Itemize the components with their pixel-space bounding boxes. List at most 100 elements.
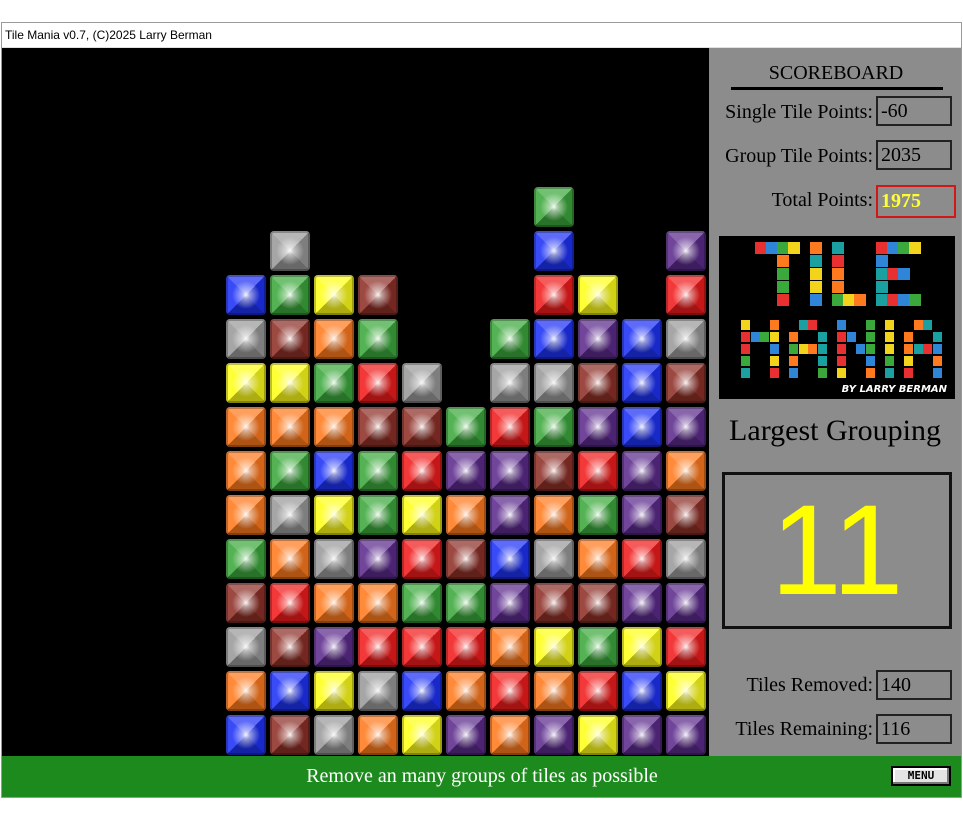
tile[interactable] bbox=[270, 539, 310, 579]
tile[interactable] bbox=[446, 407, 486, 447]
tile[interactable] bbox=[534, 583, 574, 623]
tile[interactable] bbox=[534, 539, 574, 579]
tile[interactable] bbox=[270, 671, 310, 711]
tile[interactable] bbox=[666, 495, 706, 535]
tile[interactable] bbox=[490, 451, 530, 491]
tile[interactable] bbox=[314, 583, 354, 623]
tile[interactable] bbox=[446, 583, 486, 623]
tile[interactable] bbox=[534, 187, 574, 227]
tile[interactable] bbox=[666, 583, 706, 623]
tile[interactable] bbox=[446, 539, 486, 579]
tile[interactable] bbox=[490, 583, 530, 623]
tile[interactable] bbox=[402, 407, 442, 447]
tile[interactable] bbox=[490, 539, 530, 579]
tile[interactable] bbox=[666, 671, 706, 711]
tile[interactable] bbox=[666, 363, 706, 403]
tile[interactable] bbox=[226, 407, 266, 447]
tile[interactable] bbox=[270, 495, 310, 535]
tile[interactable] bbox=[534, 407, 574, 447]
tile[interactable] bbox=[270, 451, 310, 491]
tile[interactable] bbox=[270, 627, 310, 667]
tile[interactable] bbox=[270, 231, 310, 271]
tile[interactable] bbox=[446, 627, 486, 667]
tile[interactable] bbox=[534, 627, 574, 667]
tile[interactable] bbox=[314, 363, 354, 403]
tile[interactable] bbox=[314, 495, 354, 535]
tile[interactable] bbox=[578, 407, 618, 447]
tile[interactable] bbox=[314, 627, 354, 667]
tile[interactable] bbox=[578, 671, 618, 711]
tile[interactable] bbox=[358, 363, 398, 403]
tile[interactable] bbox=[666, 275, 706, 315]
tile[interactable] bbox=[358, 275, 398, 315]
tile[interactable] bbox=[270, 319, 310, 359]
tile[interactable] bbox=[402, 627, 442, 667]
tile[interactable] bbox=[314, 319, 354, 359]
tile[interactable] bbox=[226, 319, 266, 359]
tile[interactable] bbox=[358, 319, 398, 359]
tile[interactable] bbox=[622, 319, 662, 359]
tile[interactable] bbox=[226, 495, 266, 535]
tile[interactable] bbox=[666, 231, 706, 271]
tile[interactable] bbox=[666, 539, 706, 579]
tile[interactable] bbox=[314, 407, 354, 447]
tile[interactable] bbox=[270, 363, 310, 403]
tile[interactable] bbox=[578, 319, 618, 359]
tile[interactable] bbox=[226, 275, 266, 315]
tile[interactable] bbox=[490, 495, 530, 535]
tile[interactable] bbox=[226, 715, 266, 755]
tile[interactable] bbox=[402, 715, 442, 755]
tile[interactable] bbox=[358, 715, 398, 755]
tile[interactable] bbox=[622, 451, 662, 491]
tile[interactable] bbox=[578, 627, 618, 667]
tile[interactable] bbox=[226, 451, 266, 491]
tile[interactable] bbox=[358, 451, 398, 491]
tile[interactable] bbox=[446, 451, 486, 491]
tile[interactable] bbox=[666, 715, 706, 755]
tile[interactable] bbox=[270, 583, 310, 623]
tile[interactable] bbox=[402, 495, 442, 535]
tile[interactable] bbox=[534, 495, 574, 535]
tile[interactable] bbox=[226, 539, 266, 579]
tile[interactable] bbox=[446, 671, 486, 711]
tile[interactable] bbox=[534, 671, 574, 711]
tile[interactable] bbox=[578, 539, 618, 579]
tile[interactable] bbox=[578, 275, 618, 315]
tile[interactable] bbox=[534, 451, 574, 491]
tile[interactable] bbox=[622, 495, 662, 535]
tile[interactable] bbox=[358, 583, 398, 623]
tile[interactable] bbox=[358, 495, 398, 535]
tile[interactable] bbox=[490, 407, 530, 447]
tile[interactable] bbox=[314, 451, 354, 491]
tile[interactable] bbox=[490, 363, 530, 403]
tile[interactable] bbox=[226, 363, 266, 403]
tile[interactable] bbox=[578, 363, 618, 403]
tile[interactable] bbox=[534, 319, 574, 359]
tile[interactable] bbox=[226, 583, 266, 623]
tile[interactable] bbox=[622, 407, 662, 447]
menu-button[interactable]: MENU bbox=[891, 766, 951, 786]
tile[interactable] bbox=[270, 407, 310, 447]
tile[interactable] bbox=[622, 627, 662, 667]
tile[interactable] bbox=[666, 407, 706, 447]
tile[interactable] bbox=[490, 319, 530, 359]
tile[interactable] bbox=[402, 451, 442, 491]
tile[interactable] bbox=[358, 671, 398, 711]
tile[interactable] bbox=[226, 671, 266, 711]
tile[interactable] bbox=[534, 231, 574, 271]
tile[interactable] bbox=[226, 627, 266, 667]
tile[interactable] bbox=[622, 715, 662, 755]
tile[interactable] bbox=[402, 539, 442, 579]
tile[interactable] bbox=[314, 275, 354, 315]
tile[interactable] bbox=[446, 495, 486, 535]
tile[interactable] bbox=[534, 363, 574, 403]
tile[interactable] bbox=[622, 671, 662, 711]
tile[interactable] bbox=[666, 627, 706, 667]
tile[interactable] bbox=[622, 363, 662, 403]
tile[interactable] bbox=[314, 671, 354, 711]
tile[interactable] bbox=[490, 671, 530, 711]
tile[interactable] bbox=[490, 715, 530, 755]
tile[interactable] bbox=[270, 275, 310, 315]
tile[interactable] bbox=[622, 539, 662, 579]
tile[interactable] bbox=[358, 407, 398, 447]
